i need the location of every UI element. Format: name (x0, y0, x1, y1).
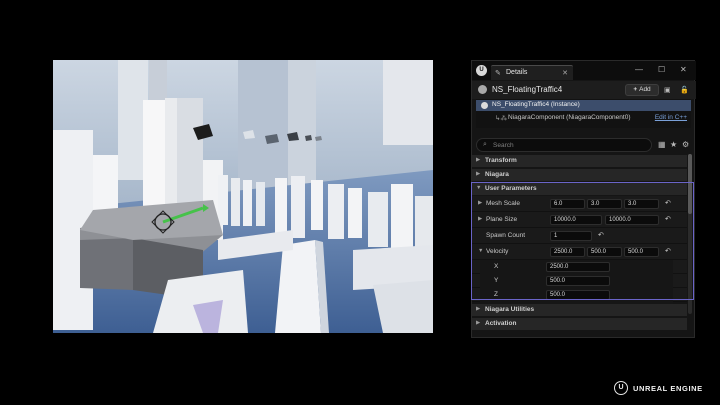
gear-icon[interactable]: ⚙ (682, 140, 689, 149)
property-spawn-count: Spawn Count 1 ↶ (472, 228, 687, 244)
property-label: Velocity (486, 248, 509, 255)
collapsed-arrow-icon: ▶ (476, 306, 481, 312)
reset-icon[interactable]: ↶ (598, 231, 604, 239)
property-label: X (494, 263, 499, 270)
component-item-label: NS_FloatingTraffic4 (Instance) (492, 101, 580, 108)
category-label: User Parameters (485, 185, 537, 192)
collapsed-arrow-icon: ▶ (478, 216, 483, 222)
search-row: ⌕ ▦ ★ ⚙ (476, 138, 692, 152)
expanded-arrow-icon: ▼ (476, 185, 482, 191)
plane-size-y-field[interactable]: 10000.0 (605, 215, 659, 225)
property-label: Spawn Count (486, 232, 526, 239)
component-item-niagara[interactable]: NiagaraComponent (NiagaraComponent0) (508, 114, 630, 121)
add-label: Add (639, 86, 651, 93)
property-velocity-x: X 2500.0 (472, 260, 687, 276)
edit-in-cpp-link[interactable]: Edit in C++ (655, 114, 687, 121)
collapsed-arrow-icon: ▶ (476, 171, 481, 177)
velocity-z-field[interactable]: 500.0 (624, 247, 659, 257)
component-item-selected[interactable]: NS_FloatingTraffic4 (Instance) (476, 100, 691, 111)
property-label: Plane Size (486, 216, 518, 223)
unreal-logo-icon: U (476, 65, 487, 76)
property-velocity: ▼ Velocity 2500.0 500.0 500.0 ↶ (472, 244, 687, 260)
mesh-scale-y-field[interactable]: 3.0 (587, 199, 622, 209)
minimize-icon[interactable]: — (635, 65, 643, 74)
actor-icon (478, 85, 487, 94)
property-label: Mesh Scale (486, 200, 520, 207)
property-velocity-y: Y 500.0 (472, 274, 687, 290)
category-activation[interactable]: ▶ Activation (472, 318, 687, 330)
spawn-count-field[interactable]: 1 (550, 231, 592, 241)
mesh-scale-z-field[interactable]: 3.0 (624, 199, 659, 209)
velocity-y-field[interactable]: 500.0 (587, 247, 622, 257)
lock-icon[interactable]: 🔓 (680, 86, 689, 94)
property-label: Y (494, 277, 499, 284)
unreal-logo-icon: U (614, 381, 628, 395)
details-scrollbar[interactable] (688, 154, 692, 314)
category-transform[interactable]: ▶ Transform (472, 155, 687, 167)
category-niagara-utilities[interactable]: ▶ Niagara Utilities (472, 304, 687, 316)
viewport-scene (53, 60, 433, 333)
actor-header: NS_FloatingTraffic4 + Add ▣ 🔓 (472, 81, 696, 99)
mesh-scale-x-field[interactable]: 6.0 (550, 199, 585, 209)
add-component-button[interactable]: + Add (625, 84, 659, 96)
unreal-engine-brand: U UNREAL ENGINE (614, 381, 714, 397)
property-mesh-scale: ▶ Mesh Scale 6.0 3.0 3.0 ↶ (472, 196, 687, 212)
collapsed-arrow-icon: ▶ (476, 320, 481, 326)
level-viewport[interactable] (53, 60, 433, 333)
brand-text: UNREAL ENGINE (633, 384, 703, 393)
tab-details[interactable]: ✎ Details ✕ (491, 65, 573, 80)
pencil-icon: ✎ (495, 70, 501, 77)
velocity-x-subfield[interactable]: 2500.0 (546, 262, 610, 272)
category-user-parameters[interactable]: ▼ User Parameters (472, 183, 687, 195)
scrollbar-thumb[interactable] (688, 154, 692, 214)
details-panel: U ✎ Details ✕ — ☐ ✕ NS_FloatingTraffic4 … (471, 60, 696, 338)
velocity-z-subfield[interactable]: 500.0 (546, 290, 610, 300)
collapsed-arrow-icon: ▶ (478, 200, 483, 206)
actor-instance-icon (481, 102, 488, 109)
category-label: Transform (485, 157, 517, 164)
expanded-arrow-icon: ▼ (478, 248, 484, 254)
grid-view-icon[interactable]: ▦ (658, 140, 666, 149)
property-label: Z (494, 291, 498, 298)
star-icon[interactable]: ★ (670, 140, 677, 149)
search-icon: ⌕ (483, 141, 487, 148)
maximize-icon[interactable]: ☐ (658, 65, 665, 74)
velocity-y-subfield[interactable]: 500.0 (546, 276, 610, 286)
velocity-x-field[interactable]: 2500.0 (550, 247, 585, 257)
search-box[interactable]: ⌕ (476, 138, 652, 152)
tab-close-icon[interactable]: ✕ (562, 69, 568, 77)
reset-icon[interactable]: ↶ (665, 247, 671, 255)
collapsed-arrow-icon: ▶ (476, 157, 481, 163)
close-icon[interactable]: ✕ (680, 65, 687, 74)
panel-titlebar: U ✎ Details ✕ — ☐ ✕ (472, 61, 696, 80)
blueprint-icon[interactable]: ▣ (664, 86, 671, 94)
component-tree: NS_FloatingTraffic4 (Instance) ↳⁂ Niagar… (476, 99, 691, 128)
actor-name: NS_FloatingTraffic4 (492, 85, 563, 94)
tab-details-label: Details (506, 69, 528, 76)
property-velocity-z: Z 500.0 (472, 288, 687, 304)
plus-icon: + (633, 86, 638, 93)
search-input[interactable] (493, 140, 643, 150)
property-plane-size: ▶ Plane Size 10000.0 10000.0 ↶ (472, 212, 687, 228)
category-label: Niagara Utilities (485, 306, 535, 313)
niagara-component-icon: ↳⁂ (495, 115, 507, 122)
reset-icon[interactable]: ↶ (665, 215, 671, 223)
category-label: Activation (485, 320, 517, 327)
plane-size-x-field[interactable]: 10000.0 (550, 215, 602, 225)
category-niagara[interactable]: ▶ Niagara (472, 169, 687, 181)
reset-icon[interactable]: ↶ (665, 199, 671, 207)
category-label: Niagara (485, 171, 509, 178)
